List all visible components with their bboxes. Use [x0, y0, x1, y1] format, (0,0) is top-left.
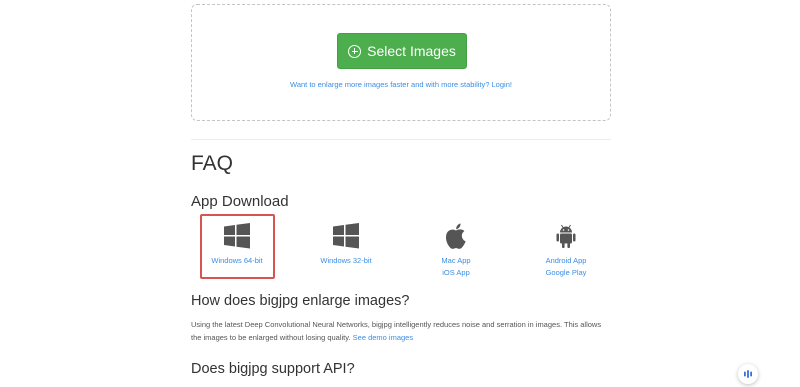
login-link[interactable]: Want to enlarge more images faster and w… — [192, 80, 610, 89]
faq-answer-enlarge: Using the latest Deep Convolutional Neur… — [191, 318, 611, 344]
voice-assistant-button[interactable] — [738, 364, 758, 384]
android-app-link[interactable]: Android App — [526, 256, 606, 265]
android-icon — [556, 224, 576, 248]
faq-heading: FAQ — [191, 152, 234, 175]
download-android[interactable]: Android App Google Play — [526, 222, 606, 277]
download-apple[interactable]: Mac App iOS App — [416, 222, 496, 277]
mac-app-link[interactable]: Mac App — [416, 256, 496, 265]
see-demo-images-link[interactable]: See demo images — [353, 333, 413, 342]
faq-question-api: Does bigjpg support API? — [191, 361, 355, 377]
apple-icon — [445, 223, 466, 249]
select-images-label: Select Images — [367, 43, 456, 59]
faq-question-enlarge: How does bigjpg enlarge images? — [191, 293, 410, 309]
divider — [191, 139, 611, 140]
google-play-link[interactable]: Google Play — [526, 268, 606, 277]
ios-app-link[interactable]: iOS App — [416, 268, 496, 277]
upload-area[interactable]: Select Images Want to enlarge more image… — [191, 4, 611, 121]
download-windows-32[interactable]: Windows 32-bit — [306, 222, 386, 265]
audio-bars-icon — [744, 370, 752, 378]
highlight-box — [200, 214, 275, 279]
app-download-heading: App Download — [191, 193, 289, 210]
windows-32-link[interactable]: Windows 32-bit — [306, 256, 386, 265]
windows-icon — [333, 223, 359, 249]
select-images-button[interactable]: Select Images — [337, 33, 467, 69]
add-circle-icon — [348, 44, 362, 58]
